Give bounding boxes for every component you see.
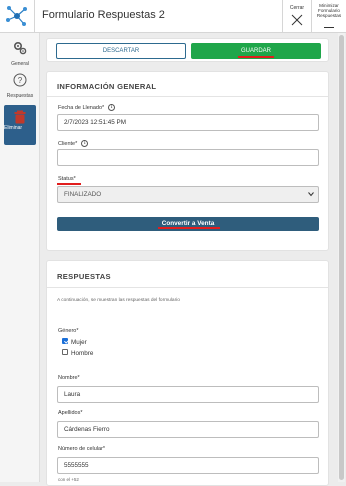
minimize-form-button[interactable]: Minimizar Formulario Respuestas	[312, 0, 346, 33]
discard-button[interactable]: DESCARTAR	[56, 43, 186, 59]
option-label: Mujer	[71, 339, 87, 346]
highlight-underline	[57, 183, 81, 185]
name-label: Nombre*	[58, 375, 80, 381]
phone-field[interactable]: 5555555	[57, 457, 319, 474]
info-icon[interactable]: i	[81, 140, 89, 147]
status-label: Status*	[58, 176, 76, 182]
minimize-icon	[324, 27, 334, 28]
top-bar: Formulario Respuestas 2 Cerrar Minimizar…	[0, 0, 346, 33]
sidebar-item-general[interactable]: General	[0, 41, 40, 67]
close-label: Cerrar	[289, 5, 305, 11]
info-icon[interactable]: i	[108, 104, 116, 111]
highlight-underline	[158, 227, 220, 229]
chevron-down-icon	[308, 192, 314, 197]
gender-option-mujer[interactable]: Mujer	[62, 338, 87, 346]
date-label-text: Fecha de Llenado*	[58, 104, 105, 111]
app-logo-icon	[6, 6, 27, 26]
responses-card: RESPUESTAS A continuación, se muestran l…	[46, 260, 329, 486]
divider	[47, 287, 328, 288]
page-title: Formulario Respuestas 2	[42, 9, 165, 21]
question-icon: ?	[13, 73, 27, 87]
scroll-thumb[interactable]	[339, 35, 344, 480]
client-field[interactable]	[57, 149, 319, 166]
general-info-card: INFORMACIÓN GENERAL Fecha de Llenado* i 2…	[46, 71, 329, 251]
phone-label: Número de celular*	[58, 446, 106, 452]
checkbox[interactable]	[62, 349, 68, 356]
date-field[interactable]: 2/7/2023 12:51:45 PM	[57, 114, 319, 131]
option-label: Hombre	[71, 350, 94, 357]
client-label-text: Cliente*	[58, 140, 78, 147]
sidebar-item-eliminar[interactable]: Eliminar	[4, 105, 36, 145]
sidebar: General ? Respuestas Eliminar	[0, 33, 40, 482]
sidebar-item-label: Respuestas	[6, 93, 34, 99]
client-label: Cliente* i	[58, 140, 89, 147]
sidebar-item-label: General	[11, 61, 29, 67]
close-icon	[291, 14, 303, 26]
responses-intro: A continuación, se muestran las respuest…	[57, 298, 180, 303]
sidebar-item-respuestas[interactable]: ? Respuestas	[0, 73, 40, 99]
gears-icon	[13, 41, 27, 55]
status-value: FINALIZADO	[64, 191, 102, 198]
surname-label: Apellidos*	[58, 410, 83, 416]
action-bar: DESCARTAR GUARDAR	[46, 38, 329, 62]
close-button[interactable]: Cerrar	[283, 0, 311, 33]
status-select[interactable]: FINALIZADO	[57, 186, 319, 203]
section-title: INFORMACIÓN GENERAL	[57, 82, 157, 91]
section-title: RESPUESTAS	[57, 272, 111, 281]
sidebar-item-label: Eliminar	[4, 125, 23, 131]
phone-note: con el +52	[58, 477, 79, 482]
minimize-label-line: Respuestas	[316, 13, 342, 18]
gender-option-hombre[interactable]: Hombre	[62, 349, 94, 357]
gender-label: Género*	[58, 328, 79, 334]
svg-text:?: ?	[18, 76, 23, 85]
checkbox-checked[interactable]	[62, 338, 68, 345]
highlight-underline	[238, 56, 274, 58]
surname-field[interactable]: Cárdenas Fierro	[57, 421, 319, 438]
divider	[34, 0, 35, 33]
divider	[47, 96, 328, 97]
scrollbar[interactable]	[338, 33, 345, 482]
date-label: Fecha de Llenado* i	[58, 104, 116, 111]
trash-icon	[14, 110, 26, 124]
name-field[interactable]: Laura	[57, 386, 319, 403]
